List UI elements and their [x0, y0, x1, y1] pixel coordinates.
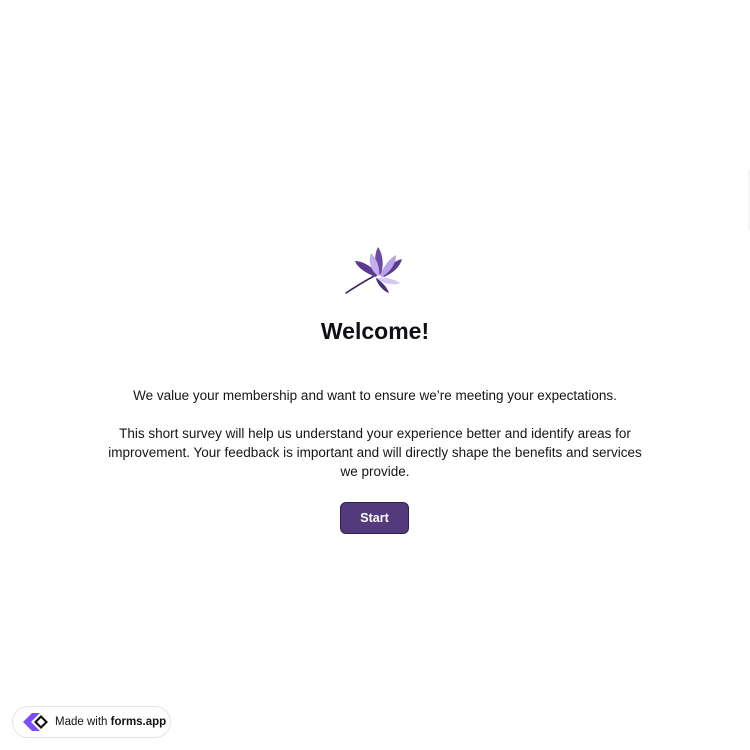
badge-label: Made with forms.app	[55, 716, 166, 728]
lotus-flower-icon	[345, 247, 402, 294]
intro-paragraph: We value your membership and want to ens…	[133, 388, 617, 403]
welcome-screen: Welcome! We value your membership and wa…	[0, 0, 750, 750]
start-button[interactable]: Start	[340, 502, 409, 534]
badge-prefix: Made with	[55, 716, 111, 728]
description-paragraph: This short survey will help us understan…	[108, 426, 642, 479]
badge-brand: forms.app	[110, 716, 167, 728]
forms-app-logo-icon	[23, 713, 48, 731]
page-title: Welcome!	[320, 318, 430, 344]
survey-page: Welcome! We value your membership and wa…	[0, 0, 750, 750]
made-with-forms-app-badge[interactable]: Made with forms.app	[12, 706, 171, 738]
